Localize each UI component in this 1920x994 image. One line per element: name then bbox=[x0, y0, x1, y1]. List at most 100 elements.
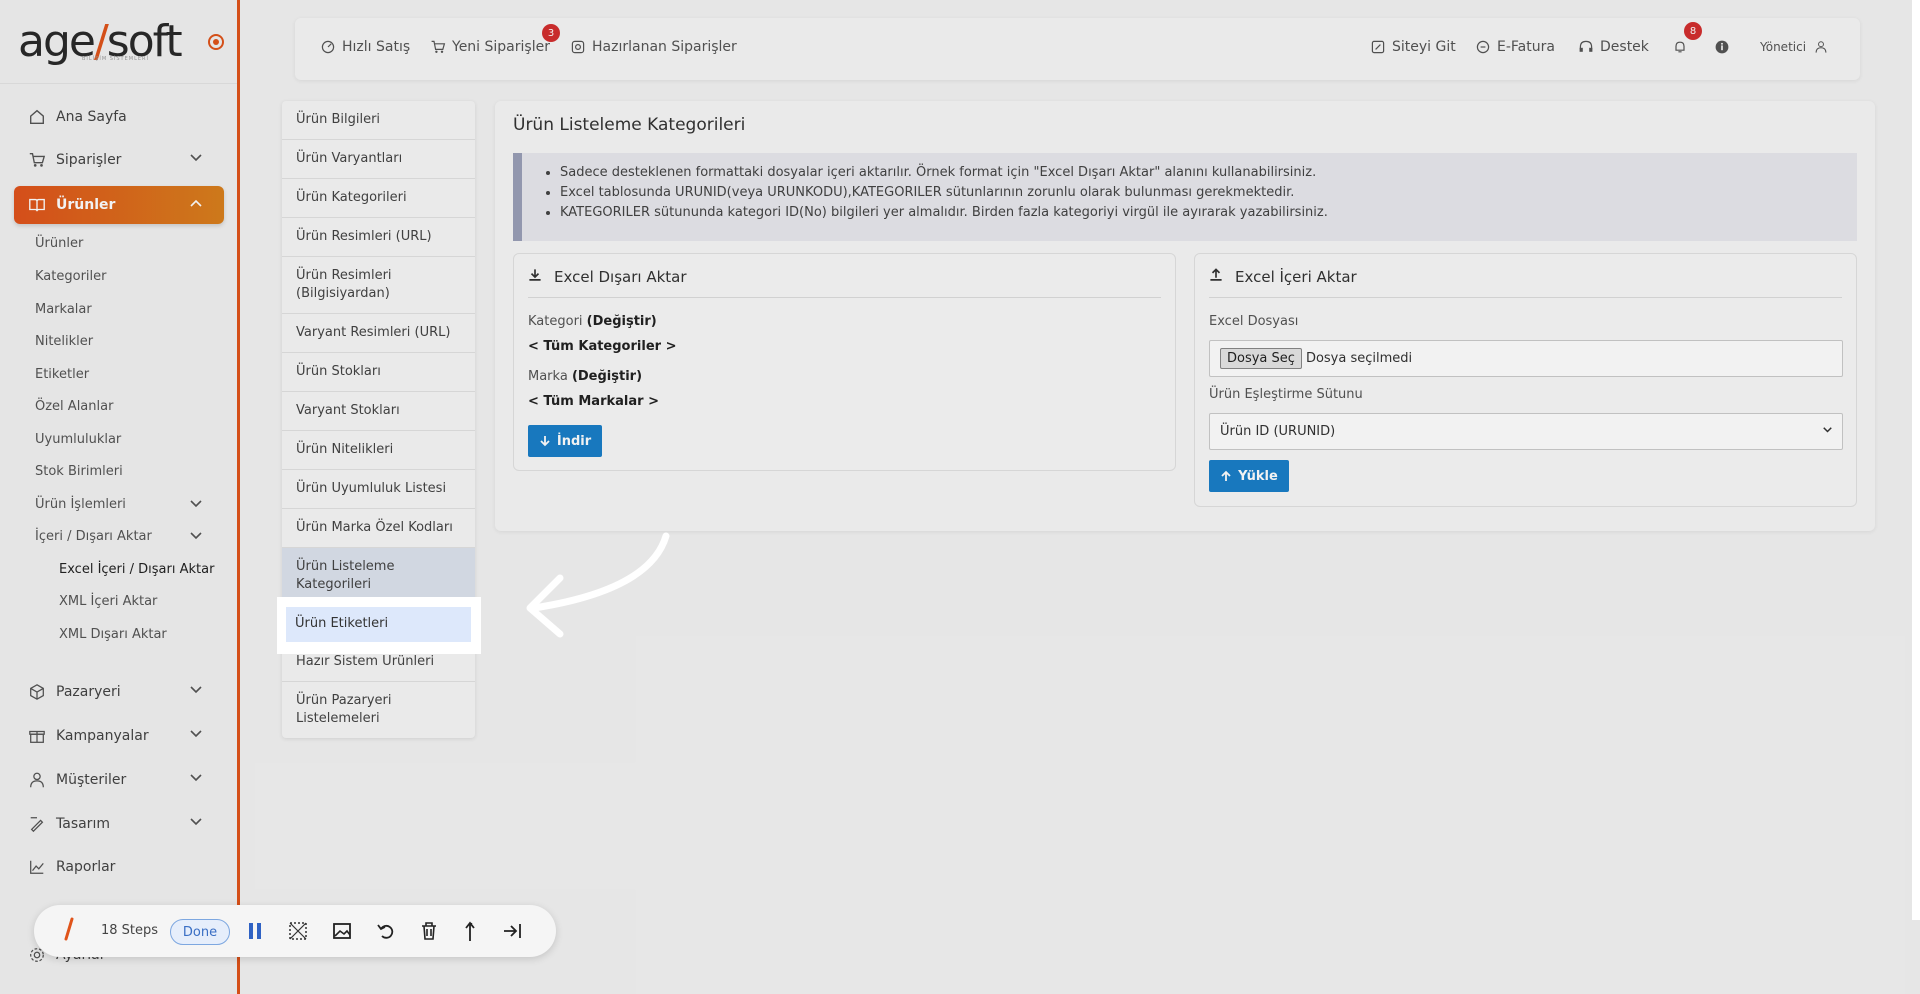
excel-file-label: Excel Dosyası bbox=[1209, 314, 1299, 329]
sidebar-sub-compatibility[interactable]: Uyumluluklar bbox=[35, 432, 121, 447]
pointer-arrow-icon bbox=[526, 532, 670, 638]
sidebar-sub-categories[interactable]: Kategoriler bbox=[35, 269, 106, 284]
support-link[interactable]: Destek bbox=[1578, 39, 1649, 55]
info-line: Excel tablosunda URUNID(veya URUNKODU),K… bbox=[560, 183, 1857, 203]
sidebar-item-design[interactable]: Tasarım bbox=[14, 805, 224, 843]
download-label: İndir bbox=[556, 433, 592, 449]
steps-count: 18 Steps bbox=[101, 923, 159, 938]
visit-site-label: Siteyi Git bbox=[1392, 39, 1456, 55]
blur-icon[interactable] bbox=[288, 921, 308, 941]
download-button[interactable]: İndir bbox=[528, 425, 602, 457]
submenu-item[interactable]: Ürün Varyantları bbox=[282, 140, 475, 179]
chevron-down-icon bbox=[190, 532, 202, 540]
sidebar-item-label: Kampanyalar bbox=[56, 728, 149, 744]
sidebar-sub-label: İçeri / Dışarı Aktar bbox=[35, 529, 152, 544]
sidebar-sub2-xml-export[interactable]: XML Dışarı Aktar bbox=[59, 627, 167, 642]
support-label: Destek bbox=[1600, 39, 1649, 55]
sidebar-item-marketplace[interactable]: Pazaryeri bbox=[14, 673, 224, 711]
submenu-item[interactable]: Ürün Stokları bbox=[282, 353, 475, 392]
headset-icon bbox=[1579, 40, 1593, 52]
quick-sale-link[interactable]: Hızlı Satış bbox=[320, 39, 410, 55]
sidebar-sub-product-operations[interactable]: Ürün İşlemleri bbox=[35, 497, 210, 512]
prepared-orders-link[interactable]: Hazırlanan Siparişler bbox=[570, 39, 737, 55]
cart-icon bbox=[431, 40, 446, 53]
pencil-icon[interactable] bbox=[62, 917, 76, 943]
speedometer-icon bbox=[321, 40, 335, 54]
notifications-button[interactable] bbox=[1672, 39, 1694, 55]
brand-value: < Tüm Markalar > bbox=[528, 394, 659, 409]
notifications-badge: 8 bbox=[1684, 22, 1702, 40]
submenu-item[interactable]: Ürün Resimleri (Bilgisiyardan) bbox=[282, 257, 475, 314]
trash-icon[interactable] bbox=[420, 921, 438, 941]
sidebar: age/soft BİLİŞİM SİSTEMLERİ Ana Sayfa Si… bbox=[0, 0, 240, 994]
box-icon bbox=[30, 684, 44, 700]
info-line: KATEGORILER sütununda kategori ID(No) bi… bbox=[560, 203, 1857, 223]
sidebar-item-customers[interactable]: Müşteriler bbox=[14, 761, 224, 799]
sidebar-sub-attributes[interactable]: Nitelikler bbox=[35, 334, 93, 349]
info-button[interactable] bbox=[1714, 39, 1736, 55]
sidebar-sub-stock-units[interactable]: Stok Birimleri bbox=[35, 464, 123, 479]
submenu-item[interactable]: Varyant Stokları bbox=[282, 392, 475, 431]
brand-label-text: Marka bbox=[528, 369, 568, 384]
highlighted-submenu-item[interactable]: Ürün Etiketleri bbox=[286, 607, 471, 642]
image-icon[interactable] bbox=[332, 921, 352, 941]
sidebar-sub-import-export[interactable]: İçeri / Dışarı Aktar bbox=[35, 529, 210, 544]
logo[interactable]: age/soft BİLİŞİM SİSTEMLERİ bbox=[0, 0, 237, 84]
import-card-header: Excel İçeri Aktar bbox=[1209, 268, 1842, 298]
upload-button[interactable]: Yükle bbox=[1209, 460, 1289, 492]
invoice-icon bbox=[1476, 40, 1490, 54]
visit-site-link[interactable]: Siteyi Git bbox=[1370, 39, 1456, 55]
submenu-item[interactable]: Ürün Pazaryeri Listelemeleri bbox=[282, 682, 475, 738]
einvoice-link[interactable]: E-Fatura bbox=[1475, 39, 1555, 55]
sidebar-sub2-xml-import[interactable]: XML İçeri Aktar bbox=[59, 594, 157, 609]
book-icon bbox=[29, 198, 45, 212]
sidebar-item-products[interactable]: Ürünler bbox=[14, 186, 224, 224]
arrow-up-icon[interactable] bbox=[462, 921, 478, 943]
highlight-box: Ürün Etiketleri bbox=[277, 597, 481, 654]
done-button[interactable]: Done bbox=[170, 919, 230, 945]
sidebar-sub-label: Ürün İşlemleri bbox=[35, 497, 126, 512]
user-icon bbox=[30, 772, 44, 788]
chart-line-icon bbox=[30, 860, 44, 874]
cart-icon bbox=[29, 153, 46, 167]
einvoice-label: E-Fatura bbox=[1497, 39, 1555, 55]
sidebar-sub2-excel[interactable]: Excel İçeri / Dışarı Aktar bbox=[59, 562, 214, 577]
submenu-item[interactable]: Ürün Uyumluluk Listesi bbox=[282, 470, 475, 509]
chevron-down-icon bbox=[190, 730, 202, 738]
submenu-item[interactable]: Ürün Marka Özel Kodları bbox=[282, 509, 475, 548]
match-column-select[interactable]: Ürün ID (URUNID) bbox=[1209, 413, 1843, 450]
bell-icon bbox=[1675, 41, 1685, 53]
sidebar-sub-products[interactable]: Ürünler bbox=[35, 236, 83, 251]
submenu-item[interactable]: Ürün Resimleri (URL) bbox=[282, 218, 475, 257]
choose-file-button[interactable]: Dosya Seç bbox=[1220, 348, 1302, 369]
top-bar: Hızlı Satış Yeni Siparişler 3 Hazırlanan… bbox=[295, 18, 1860, 80]
import-title: Excel İçeri Aktar bbox=[1235, 268, 1357, 286]
sidebar-sub-custom-fields[interactable]: Özel Alanlar bbox=[35, 399, 113, 414]
submenu-item[interactable]: Ürün Bilgileri bbox=[282, 101, 475, 140]
pause-icon[interactable] bbox=[248, 922, 262, 940]
file-input[interactable]: Dosya Seç Dosya seçilmedi bbox=[1209, 340, 1843, 377]
sidebar-item-label: Siparişler bbox=[56, 152, 122, 168]
upload-icon bbox=[1210, 268, 1222, 281]
sidebar-item-campaigns[interactable]: Kampanyalar bbox=[14, 717, 224, 755]
user-menu[interactable]: Yönetici bbox=[1760, 39, 1834, 55]
skip-end-icon[interactable] bbox=[502, 922, 522, 940]
undo-icon[interactable] bbox=[376, 921, 396, 941]
submenu-item[interactable]: Varyant Resimleri (URL) bbox=[282, 314, 475, 353]
change-category-link[interactable]: (Değiştir) bbox=[587, 314, 657, 329]
match-column-label: Ürün Eşleştirme Sütunu bbox=[1209, 387, 1363, 402]
target-icon[interactable] bbox=[208, 34, 224, 50]
sidebar-sub-tags[interactable]: Etiketler bbox=[35, 367, 89, 382]
sidebar-item-orders[interactable]: Siparişler bbox=[14, 141, 224, 179]
new-orders-badge: 3 bbox=[542, 24, 560, 42]
sidebar-item-home[interactable]: Ana Sayfa bbox=[14, 98, 224, 136]
submenu-item[interactable]: Ürün Kategorileri bbox=[282, 179, 475, 218]
category-label: Kategori (Değiştir) bbox=[528, 314, 657, 329]
submenu-item[interactable]: Ürün Nitelikleri bbox=[282, 431, 475, 470]
sidebar-item-reports[interactable]: Raporlar bbox=[14, 848, 224, 886]
new-orders-link[interactable]: Yeni Siparişler bbox=[430, 39, 550, 55]
sidebar-sub-brands[interactable]: Markalar bbox=[35, 302, 92, 317]
download-icon bbox=[529, 269, 541, 281]
info-box: Sadece desteklenen formattaki dosyalar i… bbox=[513, 153, 1857, 241]
change-brand-link[interactable]: (Değiştir) bbox=[572, 369, 642, 384]
